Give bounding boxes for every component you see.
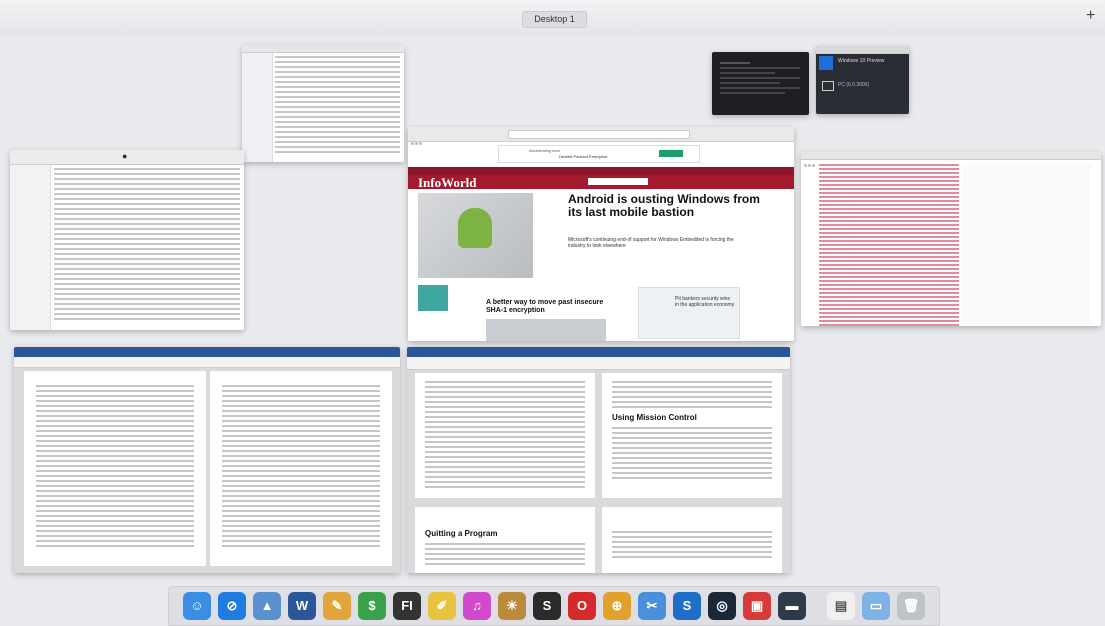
mission-control-heading: Using Mission Control (612, 413, 697, 422)
word-title-bar (14, 347, 400, 357)
s-app-icon[interactable]: S (673, 592, 701, 620)
fi-icon[interactable]: FI (393, 592, 421, 620)
sun-icon[interactable]: ☀ (498, 592, 526, 620)
remote-title: Windows 10 Preview (838, 58, 885, 64)
story3-card[interactable]: Pit bankers security wins in the applica… (638, 287, 740, 339)
safari-icon[interactable]: ⊘ (218, 592, 246, 620)
code-editor-window[interactable] (801, 152, 1101, 326)
notes-icon[interactable]: ✐ (428, 592, 456, 620)
word2-page-right: Using Mission Control (602, 373, 782, 498)
story2-headline[interactable]: A better way to move past insecure SHA-1… (486, 299, 606, 315)
trash-icon[interactable]: 🗑 (897, 592, 925, 620)
textedit-icon[interactable]: ✎ (323, 592, 351, 620)
word-window-left[interactable] (14, 347, 400, 573)
remote-pc-label: PC (6.0.3000) (838, 82, 870, 88)
site-nav (408, 167, 794, 175)
itunes-window[interactable]: ● (10, 150, 244, 330)
hero-image[interactable] (418, 193, 533, 278)
music-icon[interactable]: ♫ (463, 592, 491, 620)
ad-banner[interactable]: Accelerating next Hewlett Packard Enterp… (498, 145, 700, 163)
monitor-icon (822, 81, 834, 91)
settings-rows (720, 62, 800, 97)
site-header: InfoWorld (408, 175, 794, 191)
hero-headline[interactable]: Android is ousting Windows from its last… (568, 193, 768, 219)
word-icon[interactable]: W (288, 592, 316, 620)
itunes-sidebar (10, 165, 51, 330)
globe-icon[interactable]: ⊕ (603, 592, 631, 620)
story2-image[interactable] (486, 319, 606, 341)
word2-page-bottom-right (602, 507, 782, 573)
dock: ☺ ⊘ ▲ W ✎ $ FI ✐ ♫ ☀ S O ⊕ ✂ S ◎ ▣ ▬ ▤ ▭ 🗑 (168, 586, 940, 626)
add-space-button[interactable]: + (1086, 8, 1095, 24)
word2-title-bar (407, 347, 790, 357)
finder-sidebar (242, 53, 273, 162)
site-logo[interactable]: InfoWorld (418, 175, 477, 191)
apple-logo-icon: ● (122, 151, 128, 161)
word2-page-bottom-left: Quitting a Program (415, 507, 595, 573)
editor-side-panel (961, 164, 1091, 324)
spaces-bar: Desktop 1 + (0, 0, 1105, 36)
word2-page-left (415, 373, 595, 498)
opera-icon[interactable]: O (568, 592, 596, 620)
dark-settings-window[interactable] (712, 52, 809, 115)
tools-icon[interactable]: ✂ (638, 592, 666, 620)
address-bar[interactable] (508, 130, 690, 139)
browser-window[interactable]: Accelerating next Hewlett Packard Enterp… (408, 127, 794, 341)
screen-icon[interactable]: ▬ (778, 592, 806, 620)
sonos-icon[interactable]: S (533, 592, 561, 620)
finder-file-list (275, 56, 400, 156)
document-icon[interactable]: ▤ (827, 592, 855, 620)
ad-cta-button[interactable] (659, 150, 683, 157)
ad-text: Accelerating next (529, 148, 560, 153)
windows-tile-icon (819, 56, 833, 70)
remote-desktop-window[interactable]: Windows 10 Preview PC (6.0.3000) (816, 46, 909, 114)
quitting-heading: Quitting a Program (425, 529, 498, 538)
word-ribbon[interactable] (14, 357, 400, 368)
ad-brand: Hewlett Packard Enterprise (559, 154, 608, 159)
finder-icon[interactable]: ☺ (183, 592, 211, 620)
word2-ribbon[interactable] (407, 357, 790, 370)
finder-window[interactable] (242, 45, 404, 162)
story-thumb[interactable] (418, 285, 448, 311)
preview-icon[interactable]: ▲ (253, 592, 281, 620)
folder-icon[interactable]: ▭ (862, 592, 890, 620)
site-search[interactable] (588, 178, 648, 185)
word-page-1 (24, 371, 206, 566)
hero-subhead: Microsoft's continuing end-of support fo… (568, 237, 734, 249)
desktop-space-tab[interactable]: Desktop 1 (522, 11, 587, 28)
android-figure-icon (458, 208, 492, 248)
word-page-2 (210, 371, 392, 566)
itunes-song-list (54, 168, 240, 323)
remote-icon[interactable]: ▣ (743, 592, 771, 620)
code-text-block (819, 164, 959, 326)
word-window-right[interactable]: Using Mission Control Quitting a Program (407, 347, 790, 573)
story3-text: Pit bankers security wins in the applica… (675, 296, 735, 308)
steam-icon[interactable]: ◎ (708, 592, 736, 620)
script-icon[interactable]: $ (358, 592, 386, 620)
